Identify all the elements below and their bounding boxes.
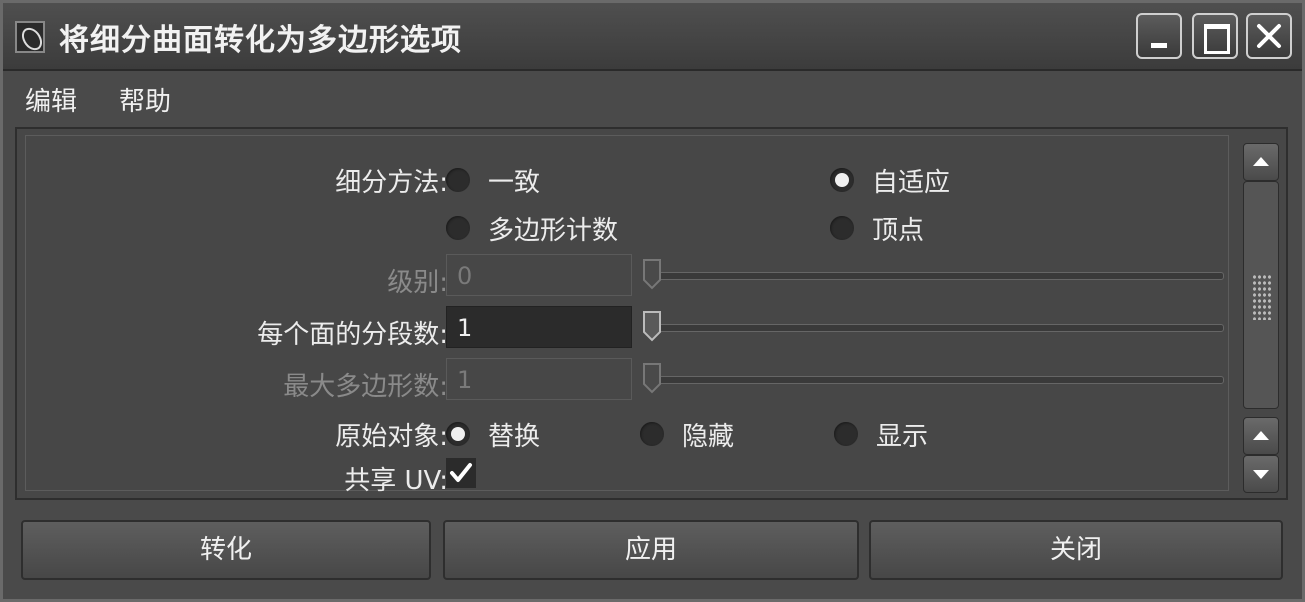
scroll-up-button-lower[interactable]	[1243, 417, 1279, 455]
menu-edit[interactable]: 编辑	[25, 81, 77, 118]
radio-hide[interactable]	[640, 422, 664, 446]
divisions-slider-thumb[interactable]	[642, 310, 662, 342]
close-window-button[interactable]	[1246, 13, 1292, 59]
level-field[interactable]: 0	[446, 254, 632, 296]
radio-polygon-count[interactable]	[446, 216, 470, 240]
max-polygons-field[interactable]: 1	[446, 358, 632, 400]
options-window: 将细分曲面转化为多边形选项 编辑 帮助 细分方法: 一致 自适应 多边形计数 顶…	[0, 0, 1305, 602]
scroll-thumb[interactable]	[1243, 181, 1279, 409]
original-object-label: 原始对象:	[335, 422, 448, 452]
max-polygons-label: 最大多边形数:	[283, 372, 448, 402]
level-label: 级别:	[387, 268, 448, 298]
divisions-slider-track[interactable]	[644, 324, 1224, 332]
radio-show-label: 显示	[876, 422, 929, 452]
radio-uniform[interactable]	[446, 168, 470, 192]
radio-vertices[interactable]	[830, 216, 854, 240]
convert-button[interactable]: 转化	[21, 520, 431, 580]
radio-polygon-count-label: 多边形计数	[488, 216, 619, 246]
checkmark-icon	[450, 463, 472, 482]
arrow-up-icon	[1253, 431, 1269, 440]
arrow-up-icon	[1253, 157, 1269, 166]
share-uvs-label: 共享 UV:	[344, 466, 448, 496]
subdivision-method-label: 细分方法:	[335, 168, 448, 198]
title-bar[interactable]: 将细分曲面转化为多边形选项	[3, 3, 1302, 71]
apply-button[interactable]: 应用	[443, 520, 859, 580]
maximize-button[interactable]	[1192, 13, 1238, 59]
radio-uniform-label: 一致	[488, 168, 541, 198]
app-icon	[15, 21, 45, 53]
minimize-button[interactable]	[1136, 13, 1182, 59]
max-polygons-slider-thumb[interactable]	[642, 362, 662, 394]
vertical-scrollbar[interactable]	[1243, 137, 1283, 493]
level-slider-track[interactable]	[644, 272, 1224, 280]
options-panel: 细分方法: 一致 自适应 多边形计数 顶点 级别: 0 每个面的分段数: 1 最…	[15, 127, 1288, 500]
grip-icon	[1252, 274, 1272, 320]
radio-show[interactable]	[834, 422, 858, 446]
level-slider-thumb[interactable]	[642, 258, 662, 290]
divisions-per-face-field[interactable]: 1	[446, 306, 632, 348]
max-polygons-slider-track[interactable]	[644, 376, 1224, 384]
radio-replace[interactable]	[446, 422, 470, 446]
radio-hide-label: 隐藏	[682, 422, 735, 452]
divisions-per-face-label: 每个面的分段数:	[257, 320, 448, 350]
window-title: 将细分曲面转化为多边形选项	[59, 23, 462, 58]
scroll-up-button[interactable]	[1243, 143, 1279, 181]
close-icon	[1257, 24, 1281, 48]
radio-adaptive[interactable]	[830, 168, 854, 192]
scroll-down-button[interactable]	[1243, 455, 1279, 493]
menu-help[interactable]: 帮助	[119, 81, 171, 118]
radio-replace-label: 替换	[488, 422, 541, 452]
radio-adaptive-label: 自适应	[872, 168, 951, 198]
share-uvs-checkbox[interactable]	[446, 458, 476, 488]
menu-bar: 编辑 帮助	[3, 71, 1302, 123]
close-button[interactable]: 关闭	[869, 520, 1283, 580]
options-frame: 细分方法: 一致 自适应 多边形计数 顶点 级别: 0 每个面的分段数: 1 最…	[25, 135, 1229, 496]
arrow-down-icon	[1253, 470, 1269, 479]
radio-vertices-label: 顶点	[872, 216, 925, 246]
